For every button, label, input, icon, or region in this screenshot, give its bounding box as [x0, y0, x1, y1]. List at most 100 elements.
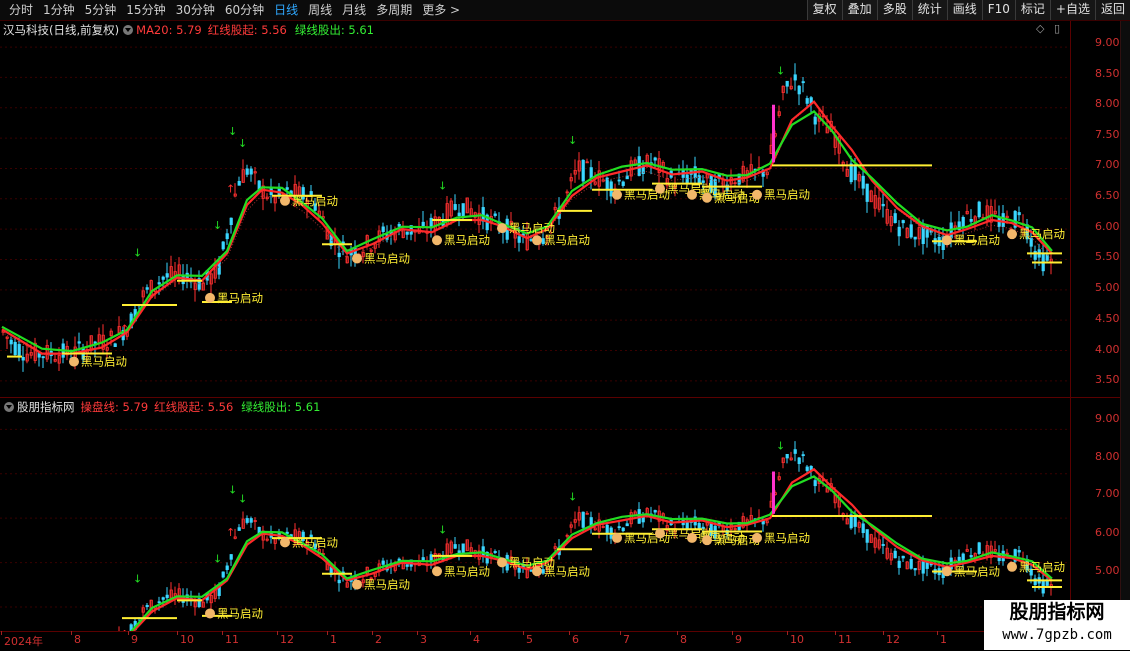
- candle-body: [245, 168, 249, 175]
- down-arrow-icon: ↓: [438, 180, 447, 193]
- down-arrow-icon: ↓: [228, 484, 237, 497]
- candle-body: [113, 343, 117, 347]
- candle-body: [165, 594, 169, 599]
- toolbar-button[interactable]: 统计: [911, 0, 947, 20]
- date-tick-mark: [937, 631, 938, 635]
- candle-body: [881, 203, 885, 207]
- date-tick-mark: [71, 631, 72, 635]
- candle-body: [381, 226, 385, 232]
- candle-body: [897, 560, 901, 568]
- price-tick: 5.00: [1095, 281, 1120, 294]
- date-tick-mark: [128, 631, 129, 635]
- up-arrow-icon: ↑: [226, 183, 235, 196]
- candle-body: [913, 236, 917, 240]
- toolbar-button[interactable]: 返回: [1094, 0, 1130, 20]
- pointer-hand-icon: [432, 235, 442, 246]
- up-arrow-icon: ↑: [120, 322, 129, 335]
- magenta-bar: [772, 104, 775, 163]
- watermark-title: 股朋指标网: [1009, 601, 1105, 623]
- period-toolbar: 分时 1分钟 5分钟 15分钟 30分钟 60分钟 日线 周线 月线 多周期 更多 > 复权 叠加 多股…: [0, 0, 1130, 21]
- date-tick-mark: [327, 631, 328, 635]
- pointer-hand-icon: [352, 253, 362, 264]
- toolbar-button[interactable]: 叠加: [841, 0, 877, 20]
- candle-body: [1017, 212, 1021, 216]
- signal-label: 黑马启动: [444, 564, 490, 578]
- candle-body: [793, 449, 797, 454]
- candle-body: [249, 518, 253, 523]
- indicator-chart[interactable]: ↓↓↓↓↓↓↓↑↑黑马启动黑马启动黑马启动黑马启动黑马启动黑马启动黑马启动黑马启…: [0, 398, 1070, 631]
- pointer-hand-icon: [612, 532, 622, 543]
- candle-body: [17, 344, 21, 356]
- candle-body: [909, 558, 913, 569]
- period-tab[interactable]: 30分钟: [171, 0, 220, 20]
- period-tab[interactable]: 1分钟: [38, 0, 80, 20]
- candle-body: [405, 231, 409, 235]
- period-tab[interactable]: 多周期: [371, 0, 417, 20]
- candle-body: [337, 579, 341, 584]
- vertical-scrollbar[interactable]: [1120, 21, 1130, 650]
- signal-label: 黑马启动: [292, 535, 338, 549]
- pointer-hand-icon: [352, 579, 362, 590]
- price-tick: 5.50: [1095, 250, 1120, 263]
- period-tab[interactable]: 5分钟: [80, 0, 122, 20]
- toolbar-button[interactable]: 画线: [946, 0, 982, 20]
- candle-body: [157, 282, 161, 285]
- candle-body: [461, 543, 465, 555]
- period-tab[interactable]: 15分钟: [121, 0, 170, 20]
- pointer-hand-icon: [1007, 561, 1017, 572]
- toolbar-button[interactable]: 多股: [876, 0, 912, 20]
- down-arrow-icon: ↓: [568, 490, 577, 503]
- date-tick: 1: [330, 633, 337, 646]
- down-arrow-icon: ↓: [776, 64, 785, 77]
- candle-body: [881, 544, 885, 546]
- period-tab[interactable]: 更多 >: [417, 0, 465, 20]
- date-tick: 2024年: [4, 635, 43, 648]
- candle-body: [813, 116, 817, 125]
- price-tick: 3.50: [1095, 373, 1120, 386]
- bottom-price-axis: 9.00 8.00 7.00 6.00 5.00: [1070, 398, 1121, 631]
- signal-label: 黑马启动: [444, 233, 490, 247]
- candle-body: [901, 220, 905, 224]
- candle-body: [625, 175, 629, 180]
- candle-body: [517, 236, 521, 243]
- candle-body: [641, 516, 645, 523]
- candle-body: [621, 181, 625, 186]
- candle-body: [249, 168, 253, 175]
- candle-body: [21, 356, 25, 361]
- signal-label: 黑马启动: [1019, 560, 1065, 574]
- candle-body: [221, 571, 225, 578]
- price-chart[interactable]: ↓↓↓↓↓↓↓↑↑黑马启动黑马启动黑马启动黑马启动黑马启动黑马启动黑马启动黑马启…: [0, 21, 1070, 397]
- pointer-hand-icon: [497, 223, 507, 234]
- period-tab[interactable]: 分时: [4, 0, 38, 20]
- date-tick-mark: [620, 631, 621, 635]
- price-tick: 8.00: [1095, 97, 1120, 110]
- toolbar-button[interactable]: F10: [981, 0, 1015, 20]
- period-tab[interactable]: 60分钟: [220, 0, 269, 20]
- toolbar-button[interactable]: 标记: [1014, 0, 1050, 20]
- period-tab[interactable]: 周线: [303, 0, 337, 20]
- date-tick: 4: [473, 633, 480, 646]
- watermark-logo: 股朋指标网 www.7gpzb.com: [984, 600, 1130, 650]
- price-tick: 6.50: [1095, 189, 1120, 202]
- price-tick: 8.50: [1095, 67, 1120, 80]
- pointer-hand-icon: [687, 532, 697, 543]
- candle-body: [581, 159, 585, 182]
- candle-body: [653, 510, 657, 513]
- period-tab[interactable]: 日线: [269, 0, 303, 20]
- date-tick: 11: [838, 633, 852, 646]
- date-axis: 2024年 8 9 10 11 12 1 2 3 4 5 6 7 8 9 10 11 12 1: [0, 631, 1070, 651]
- candle-body: [861, 523, 865, 534]
- toolbar-button[interactable]: +自选: [1049, 0, 1095, 20]
- period-tab[interactable]: 月线: [337, 0, 371, 20]
- top-price-axis: 9.00 8.50 8.00 7.50 7.00 6.50 6.00 5.50 5.00 4.50…: [1070, 21, 1121, 397]
- candle-body: [9, 339, 13, 345]
- pointer-hand-icon: [69, 356, 79, 367]
- main-chart-panel: 汉马科技(日线,前复权) MA20: 5.79 红线股起: 5.56 绿线股出:…: [0, 21, 1070, 397]
- date-tick-mark: [523, 631, 524, 635]
- candle-body: [617, 179, 621, 182]
- toolbar-button[interactable]: 复权: [806, 0, 842, 20]
- pointer-hand-icon: [687, 189, 697, 200]
- pointer-hand-icon: [752, 189, 762, 200]
- pointer-hand-icon: [655, 183, 665, 194]
- date-tick: 10: [180, 633, 194, 646]
